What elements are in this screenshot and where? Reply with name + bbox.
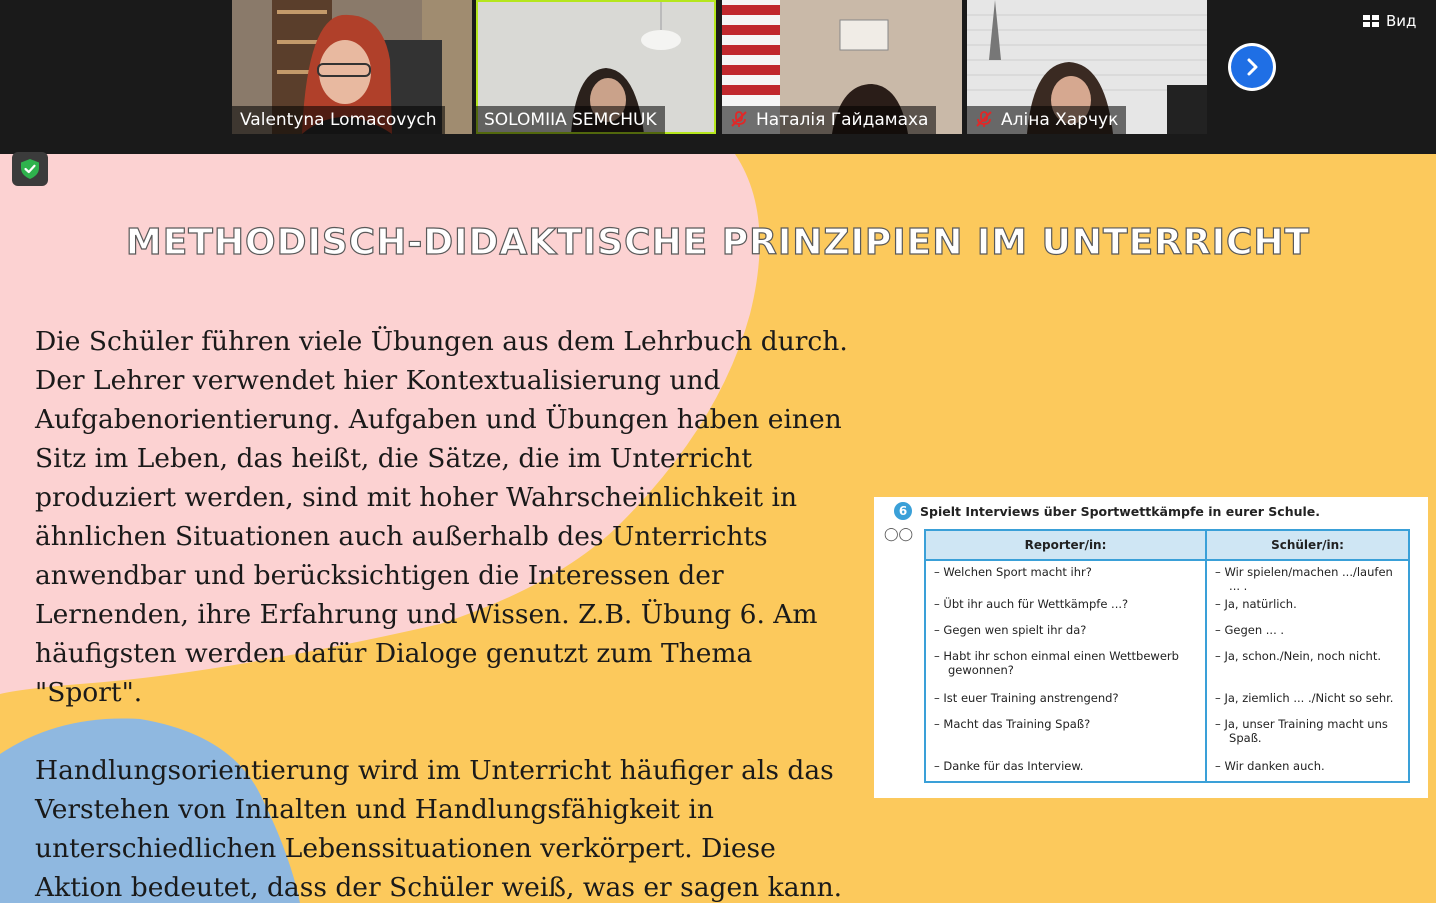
video-strip: Valentyna Lomacovych SOLOMIIA SEMCHUK На… <box>0 0 1436 154</box>
table-row: – Übt ihr auch für Wettkämpfe ...? – Ja, … <box>923 593 1410 619</box>
participant-tile[interactable]: Наталія Гайдамаха <box>722 0 962 134</box>
exercise-table: Reporter/in: Schüler/in: – Welchen Sport… <box>923 529 1410 783</box>
column-header: Reporter/in: <box>923 529 1208 561</box>
chevron-right-icon <box>1247 58 1258 76</box>
speech-bubbles-icon: ◯◯ <box>884 527 914 542</box>
paragraph-2: Handlungsorientierung wird im Unterricht… <box>35 755 843 903</box>
paragraph-1: Die Schüler führen viele Übungen aus dem… <box>35 326 848 708</box>
table-row: – Welchen Sport macht ihr? – Wir spielen/… <box>923 560 1410 593</box>
participant-tile[interactable]: Valentyna Lomacovych <box>232 0 472 134</box>
table-row: – Ist euer Training anstrengend? – Ja, zi… <box>923 687 1410 713</box>
mic-muted-icon <box>731 111 747 127</box>
participant-tile[interactable]: Аліна Харчук <box>967 0 1207 134</box>
mic-muted-icon <box>976 111 992 127</box>
slide-body: Die Schüler führen viele Übungen aus dem… <box>35 322 855 903</box>
column-header: Schüler/in: <box>1205 529 1410 561</box>
security-shield-button[interactable] <box>12 152 48 186</box>
participant-name: SOLOMIIA SEMCHUK <box>476 106 665 134</box>
shield-check-icon <box>21 159 39 179</box>
participant-name: Аліна Харчук <box>967 106 1127 134</box>
slide-title: METHODISCH-DIDAKTISCHE PRINZIPIEN IM UNT… <box>125 221 1311 263</box>
participant-tile-active[interactable]: SOLOMIIA SEMCHUK <box>476 0 716 134</box>
participant-name: Valentyna Lomacovych <box>232 106 445 134</box>
view-button-label: Вид <box>1386 12 1417 30</box>
table-row: – Macht das Training Spaß? – Ja, unser Tr… <box>923 713 1410 755</box>
exercise-instruction: Spielt Interviews über Sportwettkämpfe i… <box>920 503 1321 519</box>
view-button[interactable]: Вид <box>1362 8 1416 34</box>
table-row: – Habt ihr schon einmal einen Wettbewerb… <box>923 645 1410 687</box>
exercise-number: 6 <box>894 502 912 520</box>
table-row: – Danke für das Interview. – Wir danken a… <box>923 755 1410 783</box>
next-page-button[interactable] <box>1228 43 1276 91</box>
grid-view-icon <box>1363 15 1379 27</box>
exercise-header: 6 Spielt Interviews über Sportwettkämpfe… <box>894 502 1320 520</box>
table-row: – Gegen wen spielt ihr da? – Gegen ... . <box>923 619 1410 645</box>
shared-slide: METHODISCH-DIDAKTISCHE PRINZIPIEN IM UNT… <box>0 154 1436 903</box>
exercise-image: 6 Spielt Interviews über Sportwettkämpfe… <box>874 497 1428 798</box>
participant-name: Наталія Гайдамаха <box>722 106 937 134</box>
